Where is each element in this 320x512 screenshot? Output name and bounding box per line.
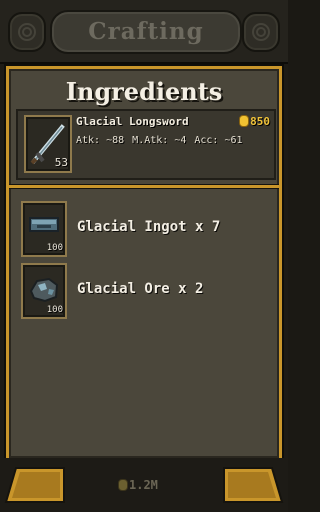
ingredient-slot[interactable]: 100 [21, 263, 67, 319]
gold-divider [9, 185, 279, 188]
stat-matk: M.Atk: ~4 [132, 135, 187, 146]
coin-icon [118, 479, 128, 491]
ingredients-list: 100 Glacial Ingot x 7 100 Glacial Ore x … [12, 191, 276, 455]
ingredients-heading: Ingredients [65, 77, 223, 106]
price-value: 850 [250, 115, 270, 128]
crafting-screen: Crafting Ingredients 53 Glacial Longswor… [0, 0, 288, 512]
ingredient-row[interactable]: 100 Glacial Ingot x 7 [21, 201, 271, 259]
crafting-panel: Ingredients 53 Glacial Longsword 850 Atk… [6, 66, 282, 461]
cost-value: 1.2M [129, 478, 158, 492]
ingredient-row[interactable]: 100 Glacial Ore x 2 [21, 263, 271, 321]
spiral-ornament-icon [242, 12, 280, 52]
craft-cost: 1.2M [118, 478, 158, 492]
result-item-name: Glacial Longsword [76, 115, 189, 128]
spiral-ornament-icon [8, 12, 46, 52]
result-count: 53 [54, 156, 68, 169]
header-bar: Crafting [0, 0, 288, 64]
stat-acc: Acc: ~61 [194, 135, 243, 146]
ingredient-count: 100 [46, 305, 63, 315]
item-price: 850 [239, 115, 270, 128]
ingredient-slot[interactable]: 100 [21, 201, 67, 257]
craft-button-left[interactable] [2, 464, 68, 506]
item-stats: Atk: ~88 M.Atk: ~4 Acc: ~61 [76, 135, 251, 146]
ingredient-label: Glacial Ore x 2 [77, 281, 204, 297]
craft-button-right[interactable] [220, 464, 286, 506]
result-item-card[interactable]: 53 Glacial Longsword 850 Atk: ~88 M.Atk: … [16, 109, 276, 180]
footer-bar: 1.2M [0, 458, 288, 512]
stat-atk: Atk: ~88 [76, 135, 125, 146]
coin-icon [239, 115, 250, 127]
ingredient-count: 100 [46, 243, 63, 253]
ingredient-label: Glacial Ingot x 7 [77, 219, 221, 235]
result-item-slot[interactable]: 53 [24, 115, 72, 173]
page-title: Crafting [50, 10, 242, 54]
